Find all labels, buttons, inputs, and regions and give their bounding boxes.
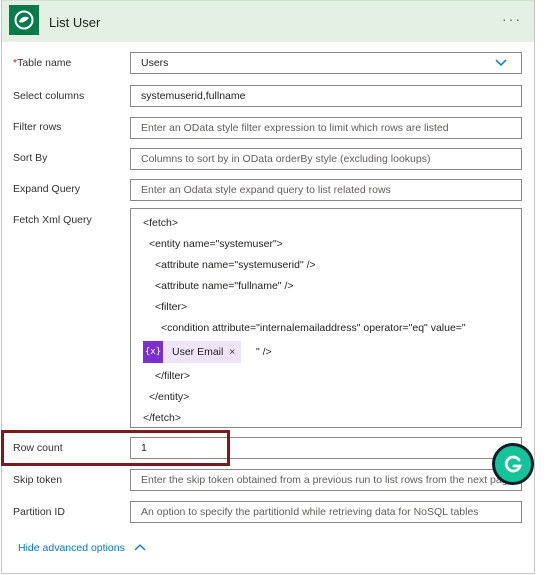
hide-advanced-options-label: Hide advanced options xyxy=(18,542,125,554)
xml-line: <condition attribute="internalemailaddre… xyxy=(161,322,466,334)
user-email-token[interactable]: {x} User Email × xyxy=(143,341,242,363)
hide-advanced-options-link[interactable]: Hide advanced options xyxy=(18,542,146,554)
action-title: List User xyxy=(49,15,101,30)
more-options-button[interactable]: ··· xyxy=(502,11,522,27)
xml-line-tail: " /> xyxy=(256,346,272,358)
xml-line: <attribute name="fullname" /> xyxy=(155,280,294,292)
dataverse-icon xyxy=(9,5,39,35)
filter-rows-label: Filter rows xyxy=(13,121,62,133)
table-name-dropdown[interactable]: Users xyxy=(130,52,522,74)
table-name-value: Users xyxy=(141,57,169,69)
fetch-xml-label: Fetch Xml Query xyxy=(13,214,92,226)
select-columns-input[interactable]: systemuserid,fullname xyxy=(130,85,522,107)
row-count-label: Row count xyxy=(13,442,63,454)
expand-query-label: Expand Query xyxy=(13,183,81,195)
chevron-down-icon xyxy=(495,58,507,71)
remove-token-icon[interactable]: × xyxy=(229,347,235,358)
table-name-label: *Table name xyxy=(13,57,71,69)
table-name-label-text: Table name xyxy=(17,57,72,69)
xml-line: <entity name="systemuser"> xyxy=(149,238,283,250)
sort-by-label: Sort By xyxy=(13,152,48,164)
token-label: User Email xyxy=(172,346,224,358)
xml-line: <filter> xyxy=(155,301,188,313)
fetch-xml-editor[interactable]: <fetch> <entity name="systemuser"> <attr… xyxy=(130,208,522,428)
xml-line: <fetch> xyxy=(143,217,179,229)
grammarly-icon[interactable] xyxy=(492,443,534,485)
list-user-action-card: List User ··· *Table name Users Select c… xyxy=(1,0,535,574)
skip-token-input[interactable]: Enter the skip token obtained from a pre… xyxy=(130,469,522,491)
xml-line: </filter> xyxy=(155,370,191,382)
select-columns-label: Select columns xyxy=(13,90,85,102)
expression-icon: {x} xyxy=(143,341,163,363)
row-count-input[interactable]: 1 xyxy=(130,437,522,459)
partition-id-input[interactable]: An option to specify the partitionId whi… xyxy=(130,501,522,523)
xml-line: </fetch> xyxy=(143,412,181,424)
skip-token-label: Skip token xyxy=(13,474,63,486)
xml-line: <attribute name="systemuserid" /> xyxy=(155,259,316,271)
filter-rows-input[interactable]: Enter an OData style filter expression t… xyxy=(130,117,522,139)
expand-query-input[interactable]: Enter an Odata style expand query to lis… xyxy=(130,179,522,201)
chevron-up-icon xyxy=(134,542,146,554)
partition-id-label: Partition ID xyxy=(13,506,65,518)
sort-by-input[interactable]: Columns to sort by in OData orderBy styl… xyxy=(130,148,522,170)
xml-line: </entity> xyxy=(149,391,190,403)
action-header[interactable]: List User ··· xyxy=(2,0,534,42)
